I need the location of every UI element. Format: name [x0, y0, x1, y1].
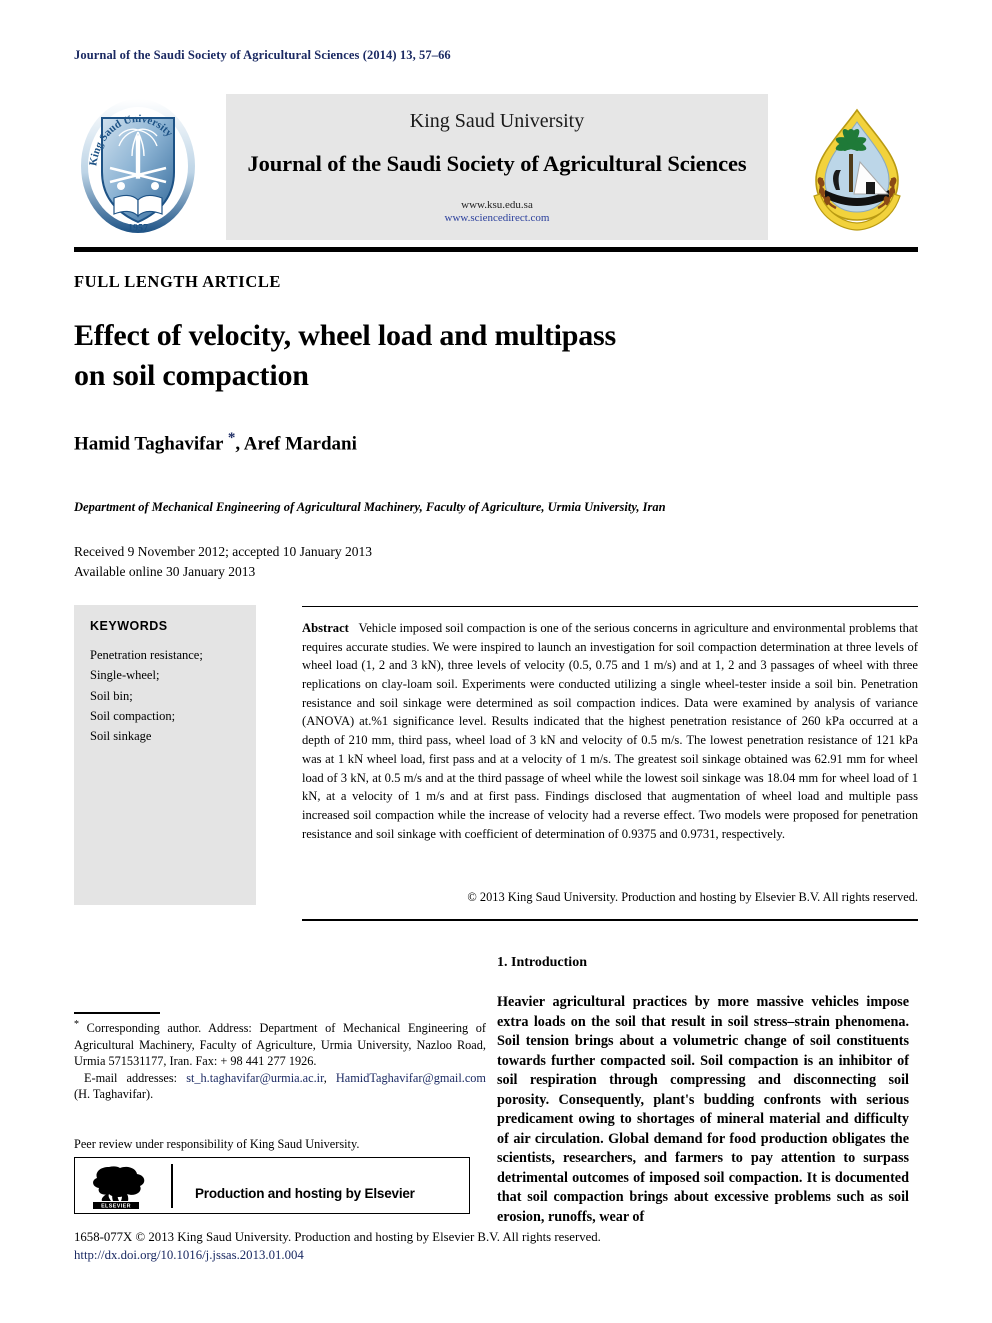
author-secondary: , Aref Mardani: [235, 433, 357, 455]
keywords-heading: KEYWORDS: [90, 619, 168, 633]
doi-link[interactable]: http://dx.doi.org/10.1016/j.jssas.2013.0…: [74, 1246, 774, 1264]
title-line-2: on soil compaction: [74, 358, 309, 392]
email-suffix: (H. Taghavifar).: [74, 1087, 154, 1102]
keyword-item: Soil sinkage: [90, 729, 152, 743]
article-type-label: FULL LENGTH ARTICLE: [74, 272, 282, 291]
keyword-item: Soil compaction;: [90, 708, 176, 723]
journal-title: Journal of the Saudi Society of Agricult…: [247, 151, 747, 176]
abstract-top-rule: [302, 606, 918, 607]
king-saud-university-shield-logo: King Saud University 1957: [74, 94, 202, 242]
masthead: King Saud University 1957 King Saud Univ…: [74, 92, 918, 244]
svg-text:ELSEVIER: ELSEVIER: [101, 1204, 131, 1209]
introduction-column: 1. Introduction Heavier agricultural pra…: [497, 955, 909, 1227]
keyword-item: Penetration resistance;: [90, 648, 203, 662]
shield-year-text: 1957: [128, 223, 148, 234]
saudi-society-agricultural-sciences-logo: [796, 104, 918, 232]
introduction-paragraph: Heavier agricultural practices by more m…: [497, 994, 909, 1225]
issn-copyright-line: 1658-077X © 2013 King Saud University. P…: [74, 1230, 601, 1244]
received-accepted-line: Received 9 November 2012; accepted 10 Ja…: [74, 544, 373, 559]
page-title: Effect of velocity, wheel load and multi…: [74, 316, 774, 395]
keyword-item: Soil bin;: [90, 688, 133, 703]
page-footer: 1658-077X © 2013 King Saud University. P…: [74, 1228, 774, 1264]
abstract-bottom-rule: [302, 919, 918, 921]
email-link-1[interactable]: st_h.taghavifar@urmia.ac.ir: [186, 1071, 324, 1085]
peer-review-statement: Peer review under responsibility of King…: [74, 1137, 360, 1151]
ksu-url[interactable]: www.ksu.edu.sa: [226, 199, 768, 211]
abstract: Abstract Vehicle imposed soil compaction…: [302, 619, 918, 843]
title-line-1: Effect of velocity, wheel load and multi…: [74, 319, 617, 352]
journal-banner: King Saud University Journal of the Saud…: [226, 94, 768, 240]
journal-article-page: Journal of the Saudi Society of Agricult…: [0, 0, 992, 1323]
affiliation: Department of Mechanical Engineering of …: [74, 500, 666, 514]
email-separator: ,: [323, 1070, 336, 1085]
abstract-copyright: © 2013 King Saud University. Production …: [467, 890, 918, 904]
keywords-box: KEYWORDS Penetration resistance; Single-…: [74, 605, 256, 905]
publisher-name: King Saud University: [409, 110, 585, 132]
elsevier-box-divider: [171, 1164, 173, 1208]
author-list: Hamid Taghavifar *, Aref Mardani: [74, 430, 357, 455]
email-footnote: E-mail addresses: st_h.taghavifar@urmia.…: [74, 1070, 486, 1103]
corresponding-author-footnote: * Corresponding author. Address: Departm…: [74, 1018, 486, 1070]
abstract-body: Vehicle imposed soil compaction is one o…: [302, 621, 918, 841]
introduction-heading: 1. Introduction: [497, 955, 587, 970]
keyword-item: Single-wheel;: [90, 668, 160, 683]
sciencedirect-url[interactable]: www.sciencedirect.com: [226, 212, 768, 224]
available-online-line: Available online 30 January 2013: [74, 563, 256, 579]
email-link-2[interactable]: HamidTaghavifar@gmail.com: [336, 1071, 486, 1085]
email-label: E-mail addresses:: [84, 1070, 187, 1085]
running-head: Journal of the Saudi Society of Agricult…: [74, 48, 451, 62]
masthead-bottom-rule: [74, 247, 918, 252]
corresponding-author-text: Corresponding author. Address: Departmen…: [74, 1021, 486, 1069]
elsevier-tree-logo: ELSEVIER: [89, 1163, 157, 1210]
elsevier-production-text: Production and hosting by Elsevier: [195, 1186, 415, 1201]
abstract-label: Abstract: [302, 621, 349, 635]
keywords-list: Penetration resistance; Single-wheel; So…: [90, 645, 203, 746]
article-history: Received 9 November 2012; accepted 10 Ja…: [74, 542, 574, 581]
elsevier-production-box: ELSEVIER Production and hosting by Elsev…: [74, 1157, 470, 1214]
author-primary: Hamid Taghavifar: [74, 433, 228, 455]
footnotes: * Corresponding author. Address: Departm…: [74, 1018, 486, 1103]
footnote-separator-rule: [74, 1012, 160, 1014]
